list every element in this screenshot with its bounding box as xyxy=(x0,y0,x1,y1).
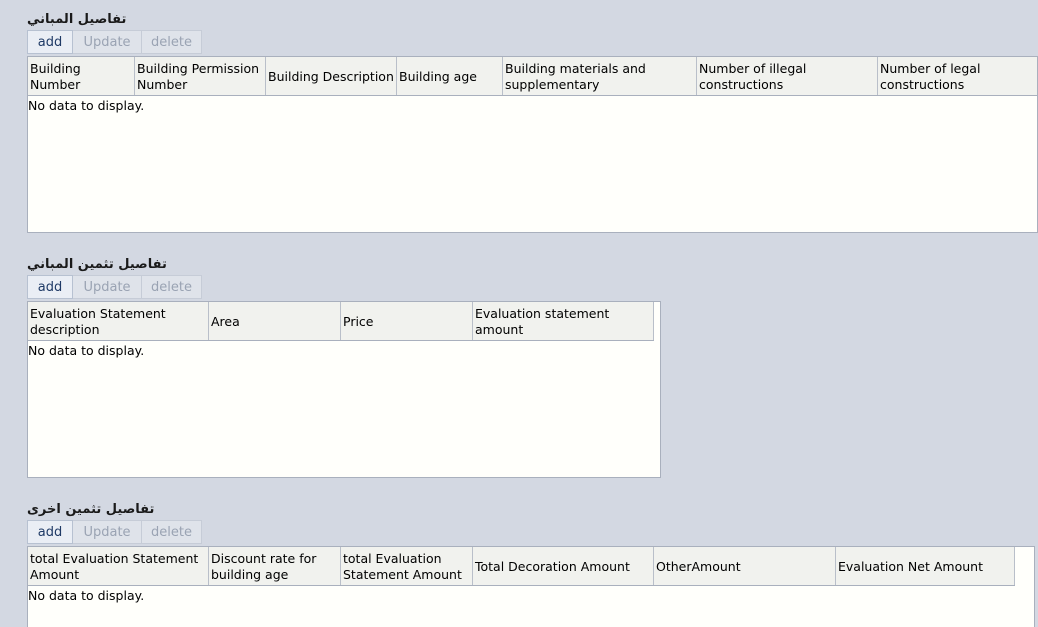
delete-button[interactable]: delete xyxy=(142,30,202,54)
empty-message: No data to display. xyxy=(28,343,145,358)
column-header-evaluation-statement-amount[interactable]: Evaluation statement amount xyxy=(473,302,654,340)
table-header: Evaluation Statement description Area Pr… xyxy=(28,302,654,341)
column-header-building-materials[interactable]: Building materials and supplementary xyxy=(503,57,697,95)
column-header-price[interactable]: Price xyxy=(341,302,473,340)
section-title-other-valuation: تفاصيل تثمين اخرى xyxy=(27,502,155,517)
building-valuation-table: Evaluation Statement description Area Pr… xyxy=(27,301,661,478)
column-header-total-evaluation-statement-amount[interactable]: total Evaluation Statement Amount xyxy=(28,547,209,585)
empty-message: No data to display. xyxy=(28,588,145,603)
update-button[interactable]: Update xyxy=(73,30,142,54)
update-button[interactable]: Update xyxy=(73,520,142,544)
table-header: Building Number Building Permission Numb… xyxy=(28,57,1037,96)
column-header-building-permission-number[interactable]: Building Permission Number xyxy=(135,57,266,95)
column-header-building-age[interactable]: Building age xyxy=(397,57,503,95)
delete-button[interactable]: delete xyxy=(142,520,202,544)
column-header-total-evaluation-statement-amount-2[interactable]: total Evaluation Statement Amount xyxy=(341,547,473,585)
column-header-evaluation-net-amount[interactable]: Evaluation Net Amount xyxy=(836,547,1015,585)
building-valuation-toolbar: add Update delete xyxy=(27,275,202,299)
column-header-building-number[interactable]: Building Number xyxy=(28,57,135,95)
column-header-building-description[interactable]: Building Description xyxy=(266,57,397,95)
empty-message: No data to display. xyxy=(28,98,145,113)
update-button[interactable]: Update xyxy=(73,275,142,299)
delete-button[interactable]: delete xyxy=(142,275,202,299)
section-title-building-details: تفاصيل المباني xyxy=(27,12,127,27)
building-details-toolbar: add Update delete xyxy=(27,30,202,54)
column-header-legal-constructions[interactable]: Number of legal constructions xyxy=(878,57,1037,95)
building-details-table: Building Number Building Permission Numb… xyxy=(27,56,1038,233)
add-button[interactable]: add xyxy=(27,520,73,544)
add-button[interactable]: add xyxy=(27,30,73,54)
column-header-illegal-constructions[interactable]: Number of illegal constructions xyxy=(697,57,878,95)
column-header-evaluation-statement-description[interactable]: Evaluation Statement description xyxy=(28,302,209,340)
section-title-building-valuation: تفاصيل تثمين المباني xyxy=(27,257,167,272)
table-header: total Evaluation Statement Amount Discou… xyxy=(28,547,1015,586)
column-header-other-amount[interactable]: OtherAmount xyxy=(654,547,836,585)
other-valuation-toolbar: add Update delete xyxy=(27,520,202,544)
other-valuation-table: total Evaluation Statement Amount Discou… xyxy=(27,546,1035,627)
column-header-discount-rate[interactable]: Discount rate for building age xyxy=(209,547,341,585)
column-header-total-decoration-amount[interactable]: Total Decoration Amount xyxy=(473,547,654,585)
add-button[interactable]: add xyxy=(27,275,73,299)
column-header-area[interactable]: Area xyxy=(209,302,341,340)
